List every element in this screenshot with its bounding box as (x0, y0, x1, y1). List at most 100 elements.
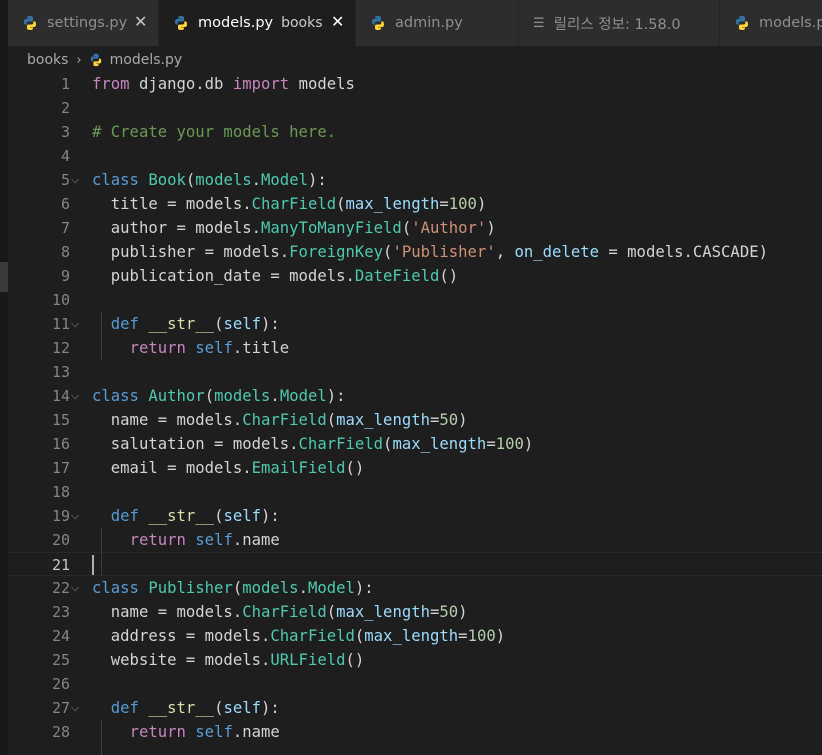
code-token: 'Publisher' (392, 243, 496, 261)
tab-models-py-2[interactable]: models.p (720, 0, 822, 46)
tab-release-notes[interactable]: ☰ 릴리스 정보: 1.58.0 (519, 0, 720, 46)
fold-chevron-icon[interactable]: ⌵ (71, 576, 85, 600)
tab-models-py[interactable]: models.py books ✕ (159, 0, 356, 46)
code-line[interactable]: 25 website = models.URLField() (8, 648, 822, 672)
line-number: 11 (51, 315, 70, 333)
fold-chevron-icon[interactable]: ⌵ (71, 168, 85, 192)
code-line[interactable]: 15 name = models.CharField(max_length=50… (8, 408, 822, 432)
code-token: Author (148, 387, 205, 405)
fold-chevron-icon[interactable]: ⌵ (71, 504, 85, 528)
line-number: 5 (60, 171, 70, 189)
code-line[interactable]: 24 address = models.CharField(max_length… (8, 624, 822, 648)
code-token: = (486, 435, 496, 453)
code-token: django.db (129, 75, 233, 93)
tab-settings-py[interactable]: settings.py ✕ (8, 0, 159, 46)
tab-label: models.p (759, 15, 822, 31)
code-text: publisher = models.ForeignKey('Publisher… (92, 240, 768, 264)
code-line[interactable]: 3 # Create your models here. (8, 120, 822, 144)
line-number: 27 (51, 699, 70, 717)
code-token: . (298, 579, 308, 597)
code-token: Book (148, 171, 186, 189)
tab-label: settings.py (47, 15, 128, 31)
code-line[interactable]: 22 ⌵ class Publisher(models.Model): (8, 576, 822, 600)
tab-admin-py[interactable]: admin.py (356, 0, 519, 46)
code-line[interactable]: 16 salutation = models.CharField(max_len… (8, 432, 822, 456)
code-line[interactable]: 7 author = models.ManyToManyField('Autho… (8, 216, 822, 240)
code-token: ): (261, 315, 280, 333)
code-line[interactable]: 9 publication_date = models.DateField() (8, 264, 822, 288)
code-token: , (495, 243, 515, 261)
code-token: = (430, 603, 440, 621)
line-number: 1 (60, 75, 70, 93)
code-line[interactable]: 28 return self.name (8, 720, 822, 744)
breadcrumb-folder[interactable]: books (27, 52, 68, 68)
code-line[interactable]: 12 return self.title (8, 336, 822, 360)
code-line[interactable]: 2 (8, 96, 822, 120)
code-token: .name (232, 531, 280, 549)
code-line[interactable]: 21 (8, 552, 822, 576)
code-token: models (195, 171, 252, 189)
code-token: on_delete (514, 243, 600, 261)
code-token: CharField (251, 195, 337, 213)
code-line[interactable]: 5 ⌵ class Book(models.Model): (8, 168, 822, 192)
code-token: self (223, 699, 262, 717)
code-line[interactable]: 11 ⌵ def __str__(self): (8, 312, 822, 336)
code-token: = (458, 627, 468, 645)
code-line[interactable]: 13 (8, 360, 822, 384)
code-line[interactable]: 18 (8, 480, 822, 504)
line-number: 17 (51, 459, 70, 477)
code-token: email = models. (92, 459, 252, 477)
code-text: publication_date = models.DateField() (92, 264, 458, 288)
code-line[interactable]: 20 return self.name (8, 528, 822, 552)
code-line[interactable]: 8 publisher = models.ForeignKey('Publish… (8, 240, 822, 264)
line-number: 26 (51, 675, 70, 693)
code-token: name = models. (92, 411, 243, 429)
code-text: # Create your models here. (92, 120, 336, 144)
line-number: 8 (60, 243, 70, 261)
code-token: () (439, 267, 459, 285)
code-token: name = models. (92, 603, 243, 621)
text-cursor (92, 555, 94, 575)
code-line[interactable]: 17 email = models.EmailField() (8, 456, 822, 480)
code-line[interactable]: 23 name = models.CharField(max_length=50… (8, 600, 822, 624)
code-token: .title (232, 339, 290, 357)
code-line[interactable]: 19 ⌵ def __str__(self): (8, 504, 822, 528)
fold-chevron-icon[interactable]: ⌵ (71, 696, 85, 720)
line-number: 6 (60, 195, 70, 213)
code-line[interactable]: 4 (8, 144, 822, 168)
code-token: = (439, 195, 449, 213)
code-line[interactable]: 10 (8, 288, 822, 312)
code-text: author = models.ManyToManyField('Author'… (92, 216, 496, 240)
close-icon[interactable]: ✕ (331, 13, 344, 31)
code-line[interactable]: 14 ⌵ class Author(models.Model): (8, 384, 822, 408)
code-token: .name (232, 723, 280, 741)
breadcrumb-file[interactable]: models.py (110, 52, 183, 68)
code-line[interactable]: 27 ⌵ def __str__(self): (8, 696, 822, 720)
code-line[interactable]: 6 title = models.CharField(max_length=10… (8, 192, 822, 216)
code-token: class (92, 579, 139, 597)
code-editor[interactable]: 1 from django.db import models 2 3 # Create … (8, 72, 822, 755)
code-token: publisher = models. (92, 243, 290, 261)
breadcrumb-separator: › (76, 52, 82, 68)
code-token: ManyToManyField (261, 219, 402, 237)
code-line[interactable]: 1 from django.db import models (8, 72, 822, 96)
close-icon[interactable]: ✕ (134, 13, 147, 31)
fold-chevron-icon[interactable]: ⌵ (71, 384, 85, 408)
line-number: 10 (51, 291, 70, 309)
code-token: CharField (270, 627, 355, 645)
code-text: website = models.URLField() (92, 648, 365, 672)
code-token: title = models. (92, 195, 252, 213)
fold-chevron-icon[interactable]: ⌵ (71, 312, 85, 336)
code-token: ( (232, 579, 243, 597)
lines-icon: ☰ (533, 15, 545, 31)
code-token: ): (326, 387, 346, 405)
code-token: () (345, 459, 365, 477)
line-number: 23 (51, 603, 70, 621)
sash-marker (0, 262, 8, 292)
code-line[interactable]: 26 (8, 672, 822, 696)
line-number: 22 (51, 579, 70, 597)
